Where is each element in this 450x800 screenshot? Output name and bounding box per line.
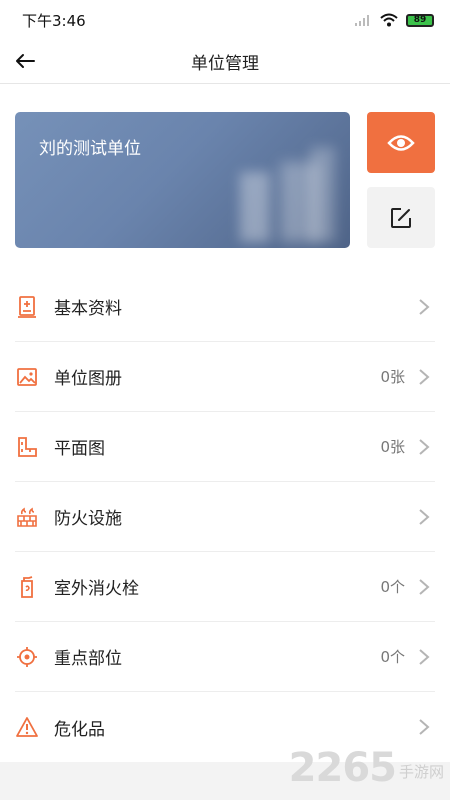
menu-item-basic-info[interactable]: 基本资料	[15, 272, 435, 342]
menu-item-key-areas[interactable]: 重点部位 0个	[15, 622, 435, 692]
menu-item-label: 防火设施	[54, 509, 122, 529]
menu-item-label: 单位图册	[54, 369, 122, 389]
back-button[interactable]	[12, 48, 38, 74]
menu-item-outdoor-hydrant[interactable]: 室外消火栓 0个	[15, 552, 435, 622]
signal-icon	[355, 15, 369, 26]
target-icon	[15, 645, 39, 669]
chevron-right-icon	[419, 649, 430, 665]
wifi-icon	[380, 13, 398, 27]
menu-item-floor-plan[interactable]: 平面图 0张	[15, 412, 435, 482]
unit-cover-card[interactable]: 刘的测试单位	[15, 112, 350, 248]
nav-bar: 单位管理	[0, 40, 450, 84]
image-icon	[15, 365, 39, 389]
warning-icon	[15, 715, 39, 739]
chevron-right-icon	[419, 439, 430, 455]
menu-item-album[interactable]: 单位图册 0张	[15, 342, 435, 412]
menu-item-count: 0个	[380, 578, 405, 596]
arrow-left-icon	[16, 54, 35, 68]
battery-icon: 89	[406, 13, 434, 27]
hydrant-icon	[15, 575, 39, 599]
watermark-text: 手游网	[398, 763, 444, 781]
cover-image-blur	[310, 147, 335, 242]
view-button[interactable]	[367, 112, 435, 173]
watermark-number: 2265	[288, 745, 397, 791]
menu-item-fire-facilities[interactable]: 防火设施	[15, 482, 435, 552]
menu-item-label: 危化品	[54, 719, 105, 740]
floorplan-icon	[15, 435, 39, 459]
document-icon	[15, 295, 39, 319]
unit-name: 刘的测试单位	[39, 139, 141, 159]
menu-item-count: 0个	[380, 648, 405, 666]
chevron-right-icon	[419, 369, 430, 385]
chevron-right-icon	[419, 719, 430, 735]
chevron-right-icon	[419, 299, 430, 315]
menu-item-count: 0张	[380, 438, 405, 456]
edit-icon	[391, 207, 411, 228]
cover-image-blur	[240, 172, 270, 242]
menu-item-label: 室外消火栓	[54, 579, 139, 599]
menu-list: 基本资料 单位图册 0张 平面图 0张 防火设施 室外消火栓 0个 重点部位 0…	[15, 272, 435, 762]
menu-item-count: 0张	[380, 368, 405, 386]
firewall-icon	[15, 505, 39, 529]
status-time: 下午3:46	[22, 11, 86, 30]
menu-item-label: 平面图	[54, 439, 105, 459]
menu-item-label: 重点部位	[54, 649, 122, 669]
watermark-logo: 2265 手游网	[289, 746, 444, 790]
page-title: 单位管理	[191, 54, 259, 74]
chevron-right-icon	[419, 579, 430, 595]
status-icons: 89	[354, 13, 434, 27]
status-bar: 下午3:46 89	[0, 0, 450, 40]
menu-item-label: 基本资料	[54, 299, 122, 319]
eye-icon	[387, 134, 415, 151]
chevron-right-icon	[419, 509, 430, 525]
edit-button[interactable]	[367, 187, 435, 248]
